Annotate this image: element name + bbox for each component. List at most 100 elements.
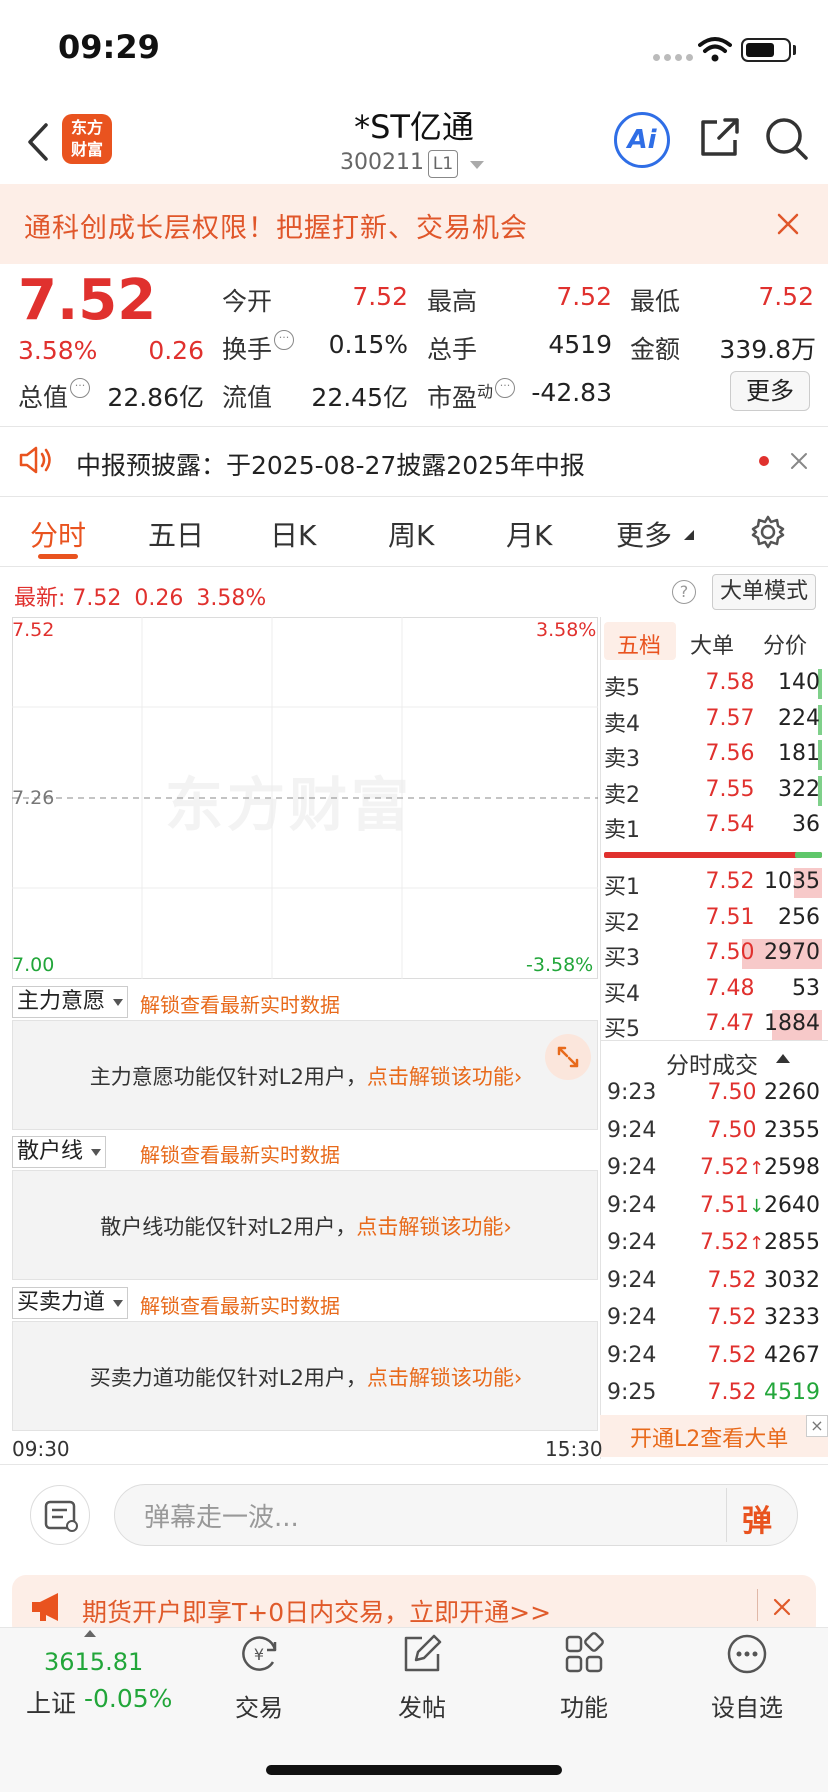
trade-time: 9:24 bbox=[607, 1192, 657, 1218]
bid-row[interactable]: 买3 7.50 2970 bbox=[604, 936, 822, 971]
ask-price: 7.56 bbox=[705, 741, 755, 766]
tab-five-day[interactable]: 五日 bbox=[148, 514, 204, 554]
bid-label: 买2 bbox=[604, 910, 640, 936]
more-button[interactable]: 更多 bbox=[730, 371, 810, 411]
trade-time: 9:25 bbox=[607, 1380, 657, 1405]
tab-daily-k[interactable]: 日K bbox=[270, 514, 316, 554]
banner-close-icon[interactable] bbox=[776, 212, 800, 236]
promo-banner-text[interactable]: 通科创成长层权限！把握打新、交易机会 bbox=[24, 206, 528, 245]
mktcap-info-icon[interactable]: ··· bbox=[70, 378, 91, 398]
locked-indicator-panel: 买卖力道功能仅针对L2用户，点击解锁该功能› bbox=[12, 1321, 598, 1431]
bid-volume: 256 bbox=[778, 904, 820, 930]
danmu-toggle-button[interactable]: 弹 bbox=[742, 1496, 772, 1540]
trade-price-value: 7.50 bbox=[707, 1080, 757, 1105]
grid-icon bbox=[565, 1632, 604, 1673]
indicator-select[interactable]: 散户线 bbox=[12, 1136, 107, 1168]
orderbook-tab-big-order[interactable]: 大单 bbox=[690, 628, 734, 660]
trade-volume: 4519 bbox=[764, 1380, 820, 1405]
down-arrow-icon: ↓ bbox=[748, 1195, 765, 1217]
nav-post[interactable]: 发帖 bbox=[367, 1632, 477, 1723]
nav-trade-label: 交易 bbox=[235, 1694, 283, 1722]
expand-icon[interactable] bbox=[545, 1034, 591, 1080]
ask-price: 7.57 bbox=[705, 705, 755, 731]
indicator-select[interactable]: 主力意愿 bbox=[12, 986, 129, 1018]
notice-text[interactable]: 中报预披露：于2025-08-27披露2025年中报 bbox=[76, 446, 585, 482]
index-value[interactable]: 3615.81 bbox=[44, 1648, 143, 1676]
ask-label: 卖4 bbox=[604, 711, 640, 737]
bid-row[interactable]: 买5 7.47 1884 bbox=[604, 1007, 822, 1042]
ask-row[interactable]: 卖3 7.56 181 bbox=[604, 737, 822, 772]
time-axis-end: 15:30 bbox=[545, 1437, 603, 1461]
chevron-right-icon[interactable]: › bbox=[514, 1366, 522, 1390]
stock-code[interactable]: 300211 bbox=[340, 150, 424, 175]
orderbook-tab-price-dist[interactable]: 分价 bbox=[763, 628, 807, 660]
ai-button[interactable]: Ai bbox=[614, 112, 670, 168]
turnover-info-icon[interactable]: ··· bbox=[274, 330, 295, 350]
bid-row[interactable]: 买1 7.52 1035 bbox=[604, 865, 822, 900]
nav-add-watchlist[interactable]: 设自选 bbox=[692, 1632, 802, 1723]
bid-price: 7.52 bbox=[705, 869, 755, 894]
ask-label: 卖2 bbox=[604, 782, 640, 808]
help-icon[interactable]: ? bbox=[672, 580, 696, 604]
chevron-right-icon[interactable]: › bbox=[514, 1065, 522, 1089]
high-value: 7.52 bbox=[556, 282, 612, 311]
ask-row[interactable]: 卖2 7.55 322 bbox=[604, 773, 822, 808]
tab-weekly-k[interactable]: 周K bbox=[388, 514, 434, 554]
ask-row[interactable]: 卖5 7.58 140 bbox=[604, 666, 822, 701]
l2-close-icon[interactable]: × bbox=[806, 1415, 828, 1437]
big-order-mode-button[interactable]: 大单模式 bbox=[712, 574, 816, 610]
tab-more-caret-icon[interactable] bbox=[684, 530, 694, 540]
unlock-hint[interactable]: 解锁查看最新实时数据 bbox=[140, 989, 340, 1018]
trades-sort-icon[interactable] bbox=[776, 1054, 790, 1063]
ask-volume: 36 bbox=[792, 812, 820, 837]
unlock-hint[interactable]: 解锁查看最新实时数据 bbox=[140, 1139, 340, 1168]
ask-price: 7.54 bbox=[705, 812, 755, 837]
tab-more[interactable]: 更多 bbox=[616, 514, 672, 554]
ask-row[interactable]: 卖1 7.54 36 bbox=[604, 808, 822, 843]
comment-list-icon[interactable] bbox=[30, 1485, 90, 1545]
nav-trade[interactable]: ¥ 交易 bbox=[204, 1632, 314, 1723]
danmu-input-placeholder[interactable]: 弹幕走一波... bbox=[144, 1497, 299, 1534]
bid-volume: 53 bbox=[792, 975, 820, 1001]
index-label[interactable]: 上证 bbox=[26, 1684, 76, 1720]
bid-ask-ratio-green bbox=[795, 852, 822, 858]
ad-close-icon[interactable] bbox=[773, 1598, 791, 1616]
search-icon[interactable] bbox=[764, 116, 810, 162]
l2-promo-text[interactable]: 开通L2查看大单 bbox=[630, 1421, 788, 1453]
bid-label: 买1 bbox=[604, 875, 640, 900]
low-value: 7.52 bbox=[758, 282, 814, 311]
lock-message-line: 主力意愿功能仅针对L2用户，点击解锁该功能› bbox=[13, 1061, 599, 1091]
ask-row[interactable]: 卖4 7.57 224 bbox=[604, 702, 822, 737]
pe-info-icon[interactable]: ··· bbox=[495, 378, 516, 398]
futures-ad-text[interactable]: 期货开户即享T+0日内交易，立即开通>> bbox=[82, 1593, 551, 1629]
wifi-icon bbox=[698, 37, 732, 62]
unlock-link[interactable]: 点击解锁该功能 bbox=[367, 1366, 514, 1390]
orderbook-tab-five-level[interactable]: 五档 bbox=[617, 628, 661, 660]
bid-row[interactable]: 买4 7.48 53 bbox=[604, 972, 822, 1007]
unlock-link[interactable]: 点击解锁该功能 bbox=[356, 1215, 503, 1239]
tab-intraday[interactable]: 分时 bbox=[30, 514, 86, 554]
settings-gear-icon[interactable] bbox=[750, 514, 786, 550]
index-expand-icon[interactable] bbox=[84, 1630, 96, 1637]
tab-monthly-k[interactable]: 月K bbox=[506, 514, 552, 554]
index-change[interactable]: -0.05% bbox=[84, 1684, 172, 1713]
unlock-hint[interactable]: 解锁查看最新实时数据 bbox=[140, 1290, 340, 1319]
lock-message-line: 散户线功能仅针对L2用户，点击解锁该功能› bbox=[13, 1211, 599, 1241]
trade-time: 9:24 bbox=[607, 1155, 657, 1180]
code-dropdown-icon[interactable] bbox=[470, 161, 484, 169]
ask-label: 卖5 bbox=[604, 676, 640, 701]
bid-row[interactable]: 买2 7.51 256 bbox=[604, 901, 822, 936]
divider bbox=[0, 426, 828, 427]
bid-volume: 1884 bbox=[764, 1011, 820, 1036]
unlock-link[interactable]: 点击解锁该功能 bbox=[367, 1065, 514, 1089]
chevron-right-icon[interactable]: › bbox=[503, 1215, 511, 1239]
change-amount: 0.26 bbox=[148, 336, 204, 365]
bid-price: 7.51 bbox=[705, 904, 755, 930]
intraday-chart[interactable] bbox=[12, 617, 598, 979]
nav-functions[interactable]: 功能 bbox=[529, 1632, 639, 1723]
share-icon[interactable] bbox=[697, 116, 741, 160]
trade-price: 7.52 bbox=[694, 1343, 770, 1368]
notice-close-icon[interactable] bbox=[790, 452, 808, 470]
up-arrow-icon: ↑ bbox=[748, 1158, 765, 1179]
indicator-select[interactable]: 买卖力道 bbox=[12, 1287, 129, 1319]
